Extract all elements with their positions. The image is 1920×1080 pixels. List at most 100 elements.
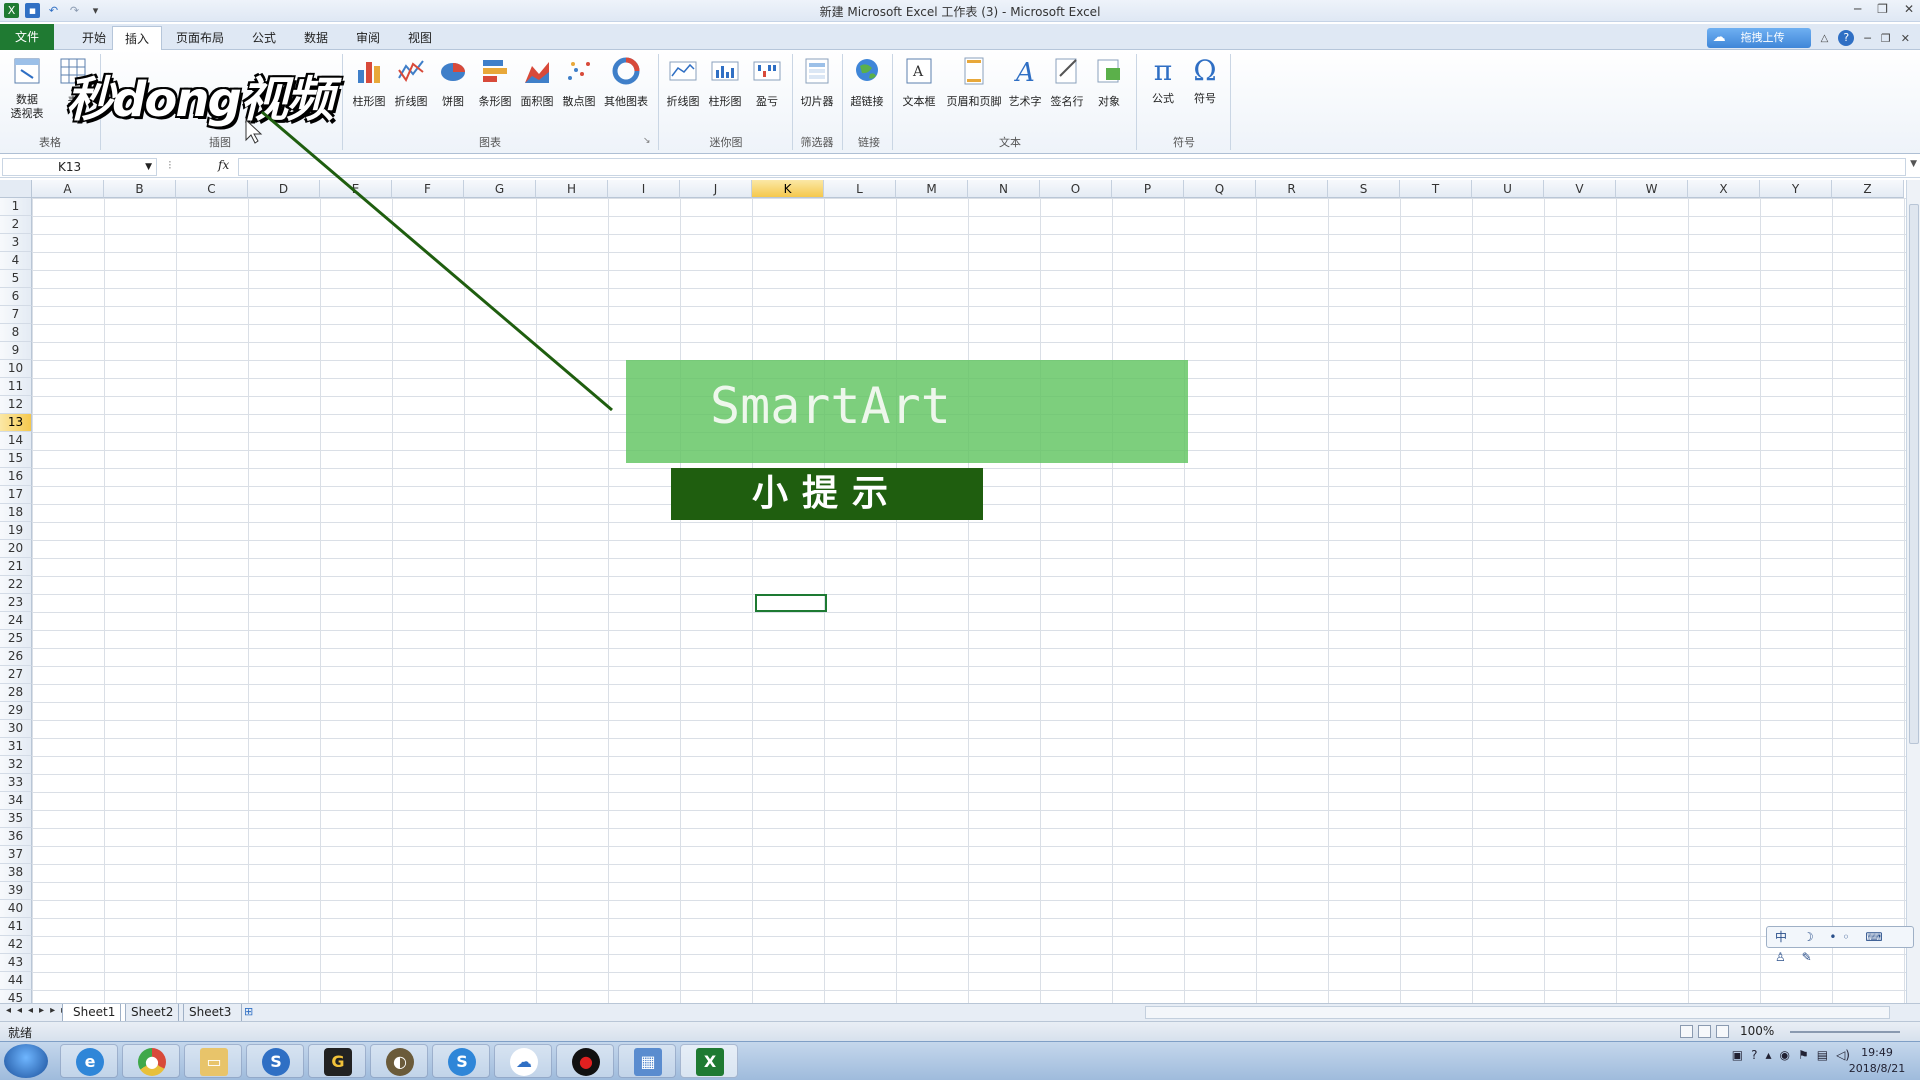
minimize-button[interactable]: ─ — [1854, 2, 1861, 16]
column-header[interactable]: U — [1472, 180, 1544, 198]
row-header[interactable]: 2 — [0, 216, 32, 234]
column-header[interactable]: K — [752, 180, 824, 198]
equation-button[interactable]: π 公式 — [1142, 54, 1184, 124]
column-header[interactable]: T — [1400, 180, 1472, 198]
column-header[interactable]: W — [1616, 180, 1688, 198]
tray-flag-icon[interactable]: ⚑ — [1798, 1048, 1809, 1062]
formula-bar-resize-icon[interactable]: ⁝ — [168, 158, 172, 172]
tray-expand-icon[interactable]: ▴ — [1765, 1048, 1771, 1062]
row-header[interactable]: 22 — [0, 576, 32, 594]
row-header[interactable]: 36 — [0, 828, 32, 846]
textbox-button[interactable]: A 文本框 — [898, 54, 940, 124]
expand-formula-icon[interactable]: ▼ — [1910, 159, 1917, 169]
row-header[interactable]: 10 — [0, 360, 32, 378]
normal-view-button[interactable] — [1680, 1025, 1693, 1038]
area-chart-button[interactable]: 面积图 — [516, 54, 558, 124]
taskbar-browser[interactable]: S — [432, 1044, 490, 1078]
zoom-slider[interactable] — [1790, 1031, 1900, 1033]
tab-insert[interactable]: 插入 — [112, 26, 163, 50]
row-header[interactable]: 18 — [0, 504, 32, 522]
page-break-view-button[interactable] — [1716, 1025, 1729, 1038]
row-header[interactable]: 6 — [0, 288, 32, 306]
hyperlink-button[interactable]: 超链接 — [846, 54, 888, 124]
taskbar-remote[interactable]: ▦ — [618, 1044, 676, 1078]
signature-line-button[interactable]: 签名行 — [1046, 54, 1088, 124]
restore-button[interactable]: ❐ — [1877, 2, 1888, 16]
cell-area[interactable] — [32, 198, 1906, 1003]
row-header[interactable]: 23 — [0, 594, 32, 612]
tray-ime-icon[interactable]: ▣ — [1732, 1048, 1743, 1062]
zoom-level[interactable]: 100% — [1740, 1024, 1774, 1038]
other-charts-button[interactable]: 其他图表 — [600, 54, 652, 124]
vertical-scrollbar[interactable] — [1906, 180, 1920, 1003]
column-header[interactable]: D — [248, 180, 320, 198]
tab-home[interactable]: 开始 — [70, 26, 118, 50]
line-chart-button[interactable]: 折线图 — [390, 54, 432, 124]
row-header[interactable]: 15 — [0, 450, 32, 468]
tab-formulas[interactable]: 公式 — [240, 26, 288, 50]
wordart-button[interactable]: A 艺术字 — [1004, 54, 1046, 124]
row-header[interactable]: 43 — [0, 954, 32, 972]
scatter-chart-button[interactable]: 散点图 — [558, 54, 600, 124]
upload-button[interactable]: ☁ 拖拽上传 — [1706, 28, 1811, 48]
column-header[interactable]: Y — [1760, 180, 1832, 198]
sheet-tab-2[interactable]: Sheet2 — [120, 1004, 185, 1021]
taskbar-chrome[interactable]: ● — [122, 1044, 180, 1078]
row-header[interactable]: 37 — [0, 846, 32, 864]
start-button[interactable] — [4, 1044, 48, 1078]
insert-sheet-icon[interactable]: ⊞ — [244, 1005, 253, 1018]
close-button[interactable]: ✕ — [1904, 2, 1914, 16]
sparkline-winloss-button[interactable]: 盈亏 — [746, 54, 788, 124]
row-header[interactable]: 30 — [0, 720, 32, 738]
row-header[interactable]: 24 — [0, 612, 32, 630]
row-header[interactable]: 13 — [0, 414, 32, 432]
workbook-minimize-icon[interactable]: ─ — [1864, 32, 1871, 45]
taskbar-sogou[interactable]: S — [246, 1044, 304, 1078]
tab-data[interactable]: 数据 — [292, 26, 340, 50]
taskbar-excel[interactable]: X — [680, 1044, 738, 1078]
taskbar-baidu-cloud[interactable]: ☁ — [494, 1044, 552, 1078]
sparkline-column-button[interactable]: 柱形图 — [704, 54, 746, 124]
select-all-corner[interactable] — [0, 180, 32, 198]
row-header[interactable]: 44 — [0, 972, 32, 990]
tray-help-icon[interactable]: ? — [1751, 1048, 1757, 1062]
column-header[interactable]: C — [176, 180, 248, 198]
column-header[interactable]: V — [1544, 180, 1616, 198]
pie-chart-button[interactable]: 饼图 — [432, 54, 474, 124]
row-header[interactable]: 7 — [0, 306, 32, 324]
row-header[interactable]: 28 — [0, 684, 32, 702]
header-footer-button[interactable]: 页眉和页脚 — [946, 54, 1002, 124]
column-header[interactable]: Q — [1184, 180, 1256, 198]
column-header[interactable]: X — [1688, 180, 1760, 198]
row-header[interactable]: 45 — [0, 990, 32, 1003]
column-header[interactable]: S — [1328, 180, 1400, 198]
column-header[interactable]: H — [536, 180, 608, 198]
row-header[interactable]: 33 — [0, 774, 32, 792]
row-header[interactable]: 14 — [0, 432, 32, 450]
row-header[interactable]: 16 — [0, 468, 32, 486]
column-header[interactable]: B — [104, 180, 176, 198]
row-header[interactable]: 26 — [0, 648, 32, 666]
row-header[interactable]: 35 — [0, 810, 32, 828]
symbol-button[interactable]: Ω 符号 — [1184, 54, 1226, 124]
column-header[interactable]: F — [392, 180, 464, 198]
row-header[interactable]: 9 — [0, 342, 32, 360]
chevron-down-icon[interactable]: ▼ — [145, 159, 152, 175]
taskbar-ie[interactable]: e — [60, 1044, 118, 1078]
row-header[interactable]: 20 — [0, 540, 32, 558]
tab-file[interactable]: 文件 — [0, 24, 54, 50]
row-header[interactable]: 31 — [0, 738, 32, 756]
row-header[interactable]: 40 — [0, 900, 32, 918]
row-header[interactable]: 12 — [0, 396, 32, 414]
page-layout-view-button[interactable] — [1698, 1025, 1711, 1038]
taskbar-photo[interactable]: ◐ — [370, 1044, 428, 1078]
row-header[interactable]: 11 — [0, 378, 32, 396]
row-header[interactable]: 38 — [0, 864, 32, 882]
object-button[interactable]: 对象 — [1088, 54, 1130, 124]
bar-chart-button[interactable]: 条形图 — [474, 54, 516, 124]
row-header[interactable]: 32 — [0, 756, 32, 774]
taskbar-explorer[interactable]: ▭ — [184, 1044, 242, 1078]
column-header[interactable]: R — [1256, 180, 1328, 198]
taskbar-recorder[interactable]: ● — [556, 1044, 614, 1078]
horizontal-scrollbar[interactable] — [1145, 1006, 1890, 1019]
